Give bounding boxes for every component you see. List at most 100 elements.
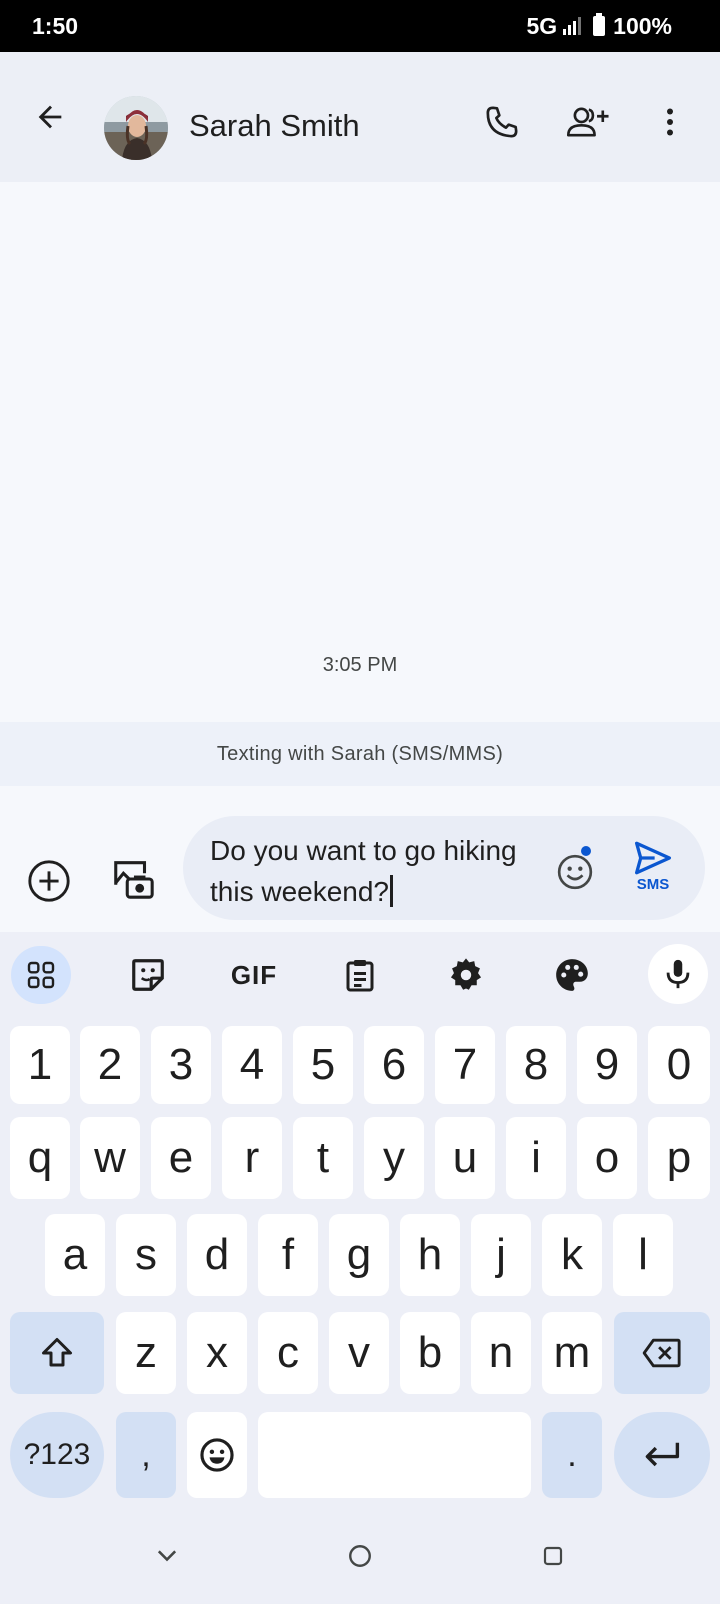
- key-9[interactable]: 9: [577, 1026, 637, 1104]
- text-caret: [390, 875, 394, 907]
- key-j[interactable]: j: [471, 1214, 531, 1296]
- key-8[interactable]: 8: [506, 1026, 566, 1104]
- status-time: 1:50: [32, 12, 79, 39]
- shift-key[interactable]: [10, 1312, 104, 1394]
- key-f[interactable]: f: [258, 1214, 318, 1296]
- key-z[interactable]: z: [116, 1312, 176, 1394]
- key-6[interactable]: 6: [364, 1026, 424, 1104]
- signal-icon: [563, 17, 582, 35]
- recents-square-icon: [543, 1546, 563, 1566]
- key-r[interactable]: r: [222, 1117, 282, 1199]
- key-a[interactable]: a: [45, 1214, 105, 1296]
- key-x[interactable]: x: [187, 1312, 247, 1394]
- send-button[interactable]: SMS: [623, 840, 683, 904]
- key-p[interactable]: p: [648, 1117, 710, 1199]
- gif-button[interactable]: GIF: [224, 946, 284, 1004]
- back-arrow-icon: [38, 105, 62, 129]
- palette-icon: [556, 959, 588, 991]
- gear-icon: [450, 958, 482, 990]
- send-icon: [635, 841, 671, 875]
- key-y[interactable]: y: [364, 1117, 424, 1199]
- clipboard-icon: [346, 960, 374, 992]
- space-key[interactable]: [258, 1412, 531, 1498]
- key-e[interactable]: e: [151, 1117, 211, 1199]
- message-list[interactable]: 3:05 PM: [0, 182, 720, 722]
- key-7[interactable]: 7: [435, 1026, 495, 1104]
- enter-key[interactable]: [614, 1412, 710, 1498]
- period-key[interactable]: .: [542, 1412, 602, 1498]
- key-i[interactable]: i: [506, 1117, 566, 1199]
- comma-key[interactable]: ,: [116, 1412, 176, 1498]
- home-button[interactable]: [336, 1532, 384, 1580]
- keyboard-apps-button[interactable]: [11, 946, 71, 1004]
- battery-icon: [593, 13, 606, 36]
- emoji-icon: [200, 1438, 234, 1472]
- emoji-button[interactable]: [553, 850, 597, 894]
- key-4[interactable]: 4: [222, 1026, 282, 1104]
- key-0[interactable]: 0: [648, 1026, 710, 1104]
- avatar-photo: [104, 96, 168, 160]
- key-l[interactable]: l: [613, 1214, 673, 1296]
- gallery-camera-icon: [114, 861, 154, 899]
- key-k[interactable]: k: [542, 1214, 602, 1296]
- key-t[interactable]: t: [293, 1117, 353, 1199]
- key-m[interactable]: m: [542, 1312, 602, 1394]
- conversation-app-bar: Sarah Smith: [0, 52, 720, 182]
- key-h[interactable]: h: [400, 1214, 460, 1296]
- symbols-key[interactable]: ?123: [10, 1412, 104, 1498]
- key-o[interactable]: o: [577, 1117, 637, 1199]
- enter-icon: [645, 1442, 680, 1467]
- key-3[interactable]: 3: [151, 1026, 211, 1104]
- back-button[interactable]: [20, 87, 80, 147]
- theme-button[interactable]: [542, 946, 602, 1004]
- message-input[interactable]: Do you want to go hiking this weekend? S…: [183, 816, 705, 920]
- emoji-notification-dot: [581, 846, 591, 856]
- message-timestamp: 3:05 PM: [322, 654, 398, 676]
- battery-level: 100%: [613, 12, 672, 39]
- clipboard-button[interactable]: [330, 946, 390, 1004]
- key-u[interactable]: u: [435, 1117, 495, 1199]
- home-circle-icon: [349, 1545, 371, 1567]
- emoji-key[interactable]: [187, 1412, 247, 1498]
- key-s[interactable]: s: [116, 1214, 176, 1296]
- chevron-down-icon: [157, 1550, 177, 1562]
- sticker-button[interactable]: [118, 946, 178, 1004]
- voice-input-button[interactable]: [648, 944, 708, 1004]
- status-indicators: 5G 100%: [526, 13, 672, 40]
- contact-name[interactable]: Sarah Smith: [189, 108, 360, 144]
- key-v[interactable]: v: [329, 1312, 389, 1394]
- gallery-button[interactable]: [106, 852, 160, 906]
- message-text: Do you want to go hiking this weekend?: [210, 835, 517, 907]
- more-options-button[interactable]: [640, 92, 700, 152]
- key-n[interactable]: n: [471, 1312, 531, 1394]
- avatar[interactable]: [104, 96, 168, 160]
- grid-icon: [27, 961, 55, 989]
- add-contact-button[interactable]: [558, 92, 618, 152]
- key-w[interactable]: w: [80, 1117, 140, 1199]
- sticker-icon: [132, 959, 164, 991]
- backspace-key[interactable]: [614, 1312, 710, 1394]
- key-q[interactable]: q: [10, 1117, 70, 1199]
- keyboard-settings-button[interactable]: [436, 946, 496, 1004]
- call-button[interactable]: [472, 92, 532, 152]
- key-d[interactable]: d: [187, 1214, 247, 1296]
- send-mode-label: SMS: [636, 876, 670, 893]
- recents-button[interactable]: [529, 1532, 577, 1580]
- key-5[interactable]: 5: [293, 1026, 353, 1104]
- add-person-icon: [566, 107, 609, 137]
- message-input-text[interactable]: Do you want to go hiking this weekend?: [210, 830, 540, 912]
- hide-keyboard-button[interactable]: [143, 1532, 191, 1580]
- attach-button[interactable]: [22, 854, 76, 908]
- key-1[interactable]: 1: [10, 1026, 70, 1104]
- more-vert-icon: [667, 108, 673, 136]
- backspace-icon: [642, 1338, 681, 1368]
- add-circle-icon: [28, 860, 70, 902]
- phone-icon: [486, 106, 518, 138]
- key-g[interactable]: g: [329, 1214, 389, 1296]
- key-c[interactable]: c: [258, 1312, 318, 1394]
- shift-icon: [42, 1338, 72, 1367]
- gif-label: GIF: [230, 959, 278, 990]
- microphone-icon: [666, 959, 690, 989]
- key-2[interactable]: 2: [80, 1026, 140, 1104]
- key-b[interactable]: b: [400, 1312, 460, 1394]
